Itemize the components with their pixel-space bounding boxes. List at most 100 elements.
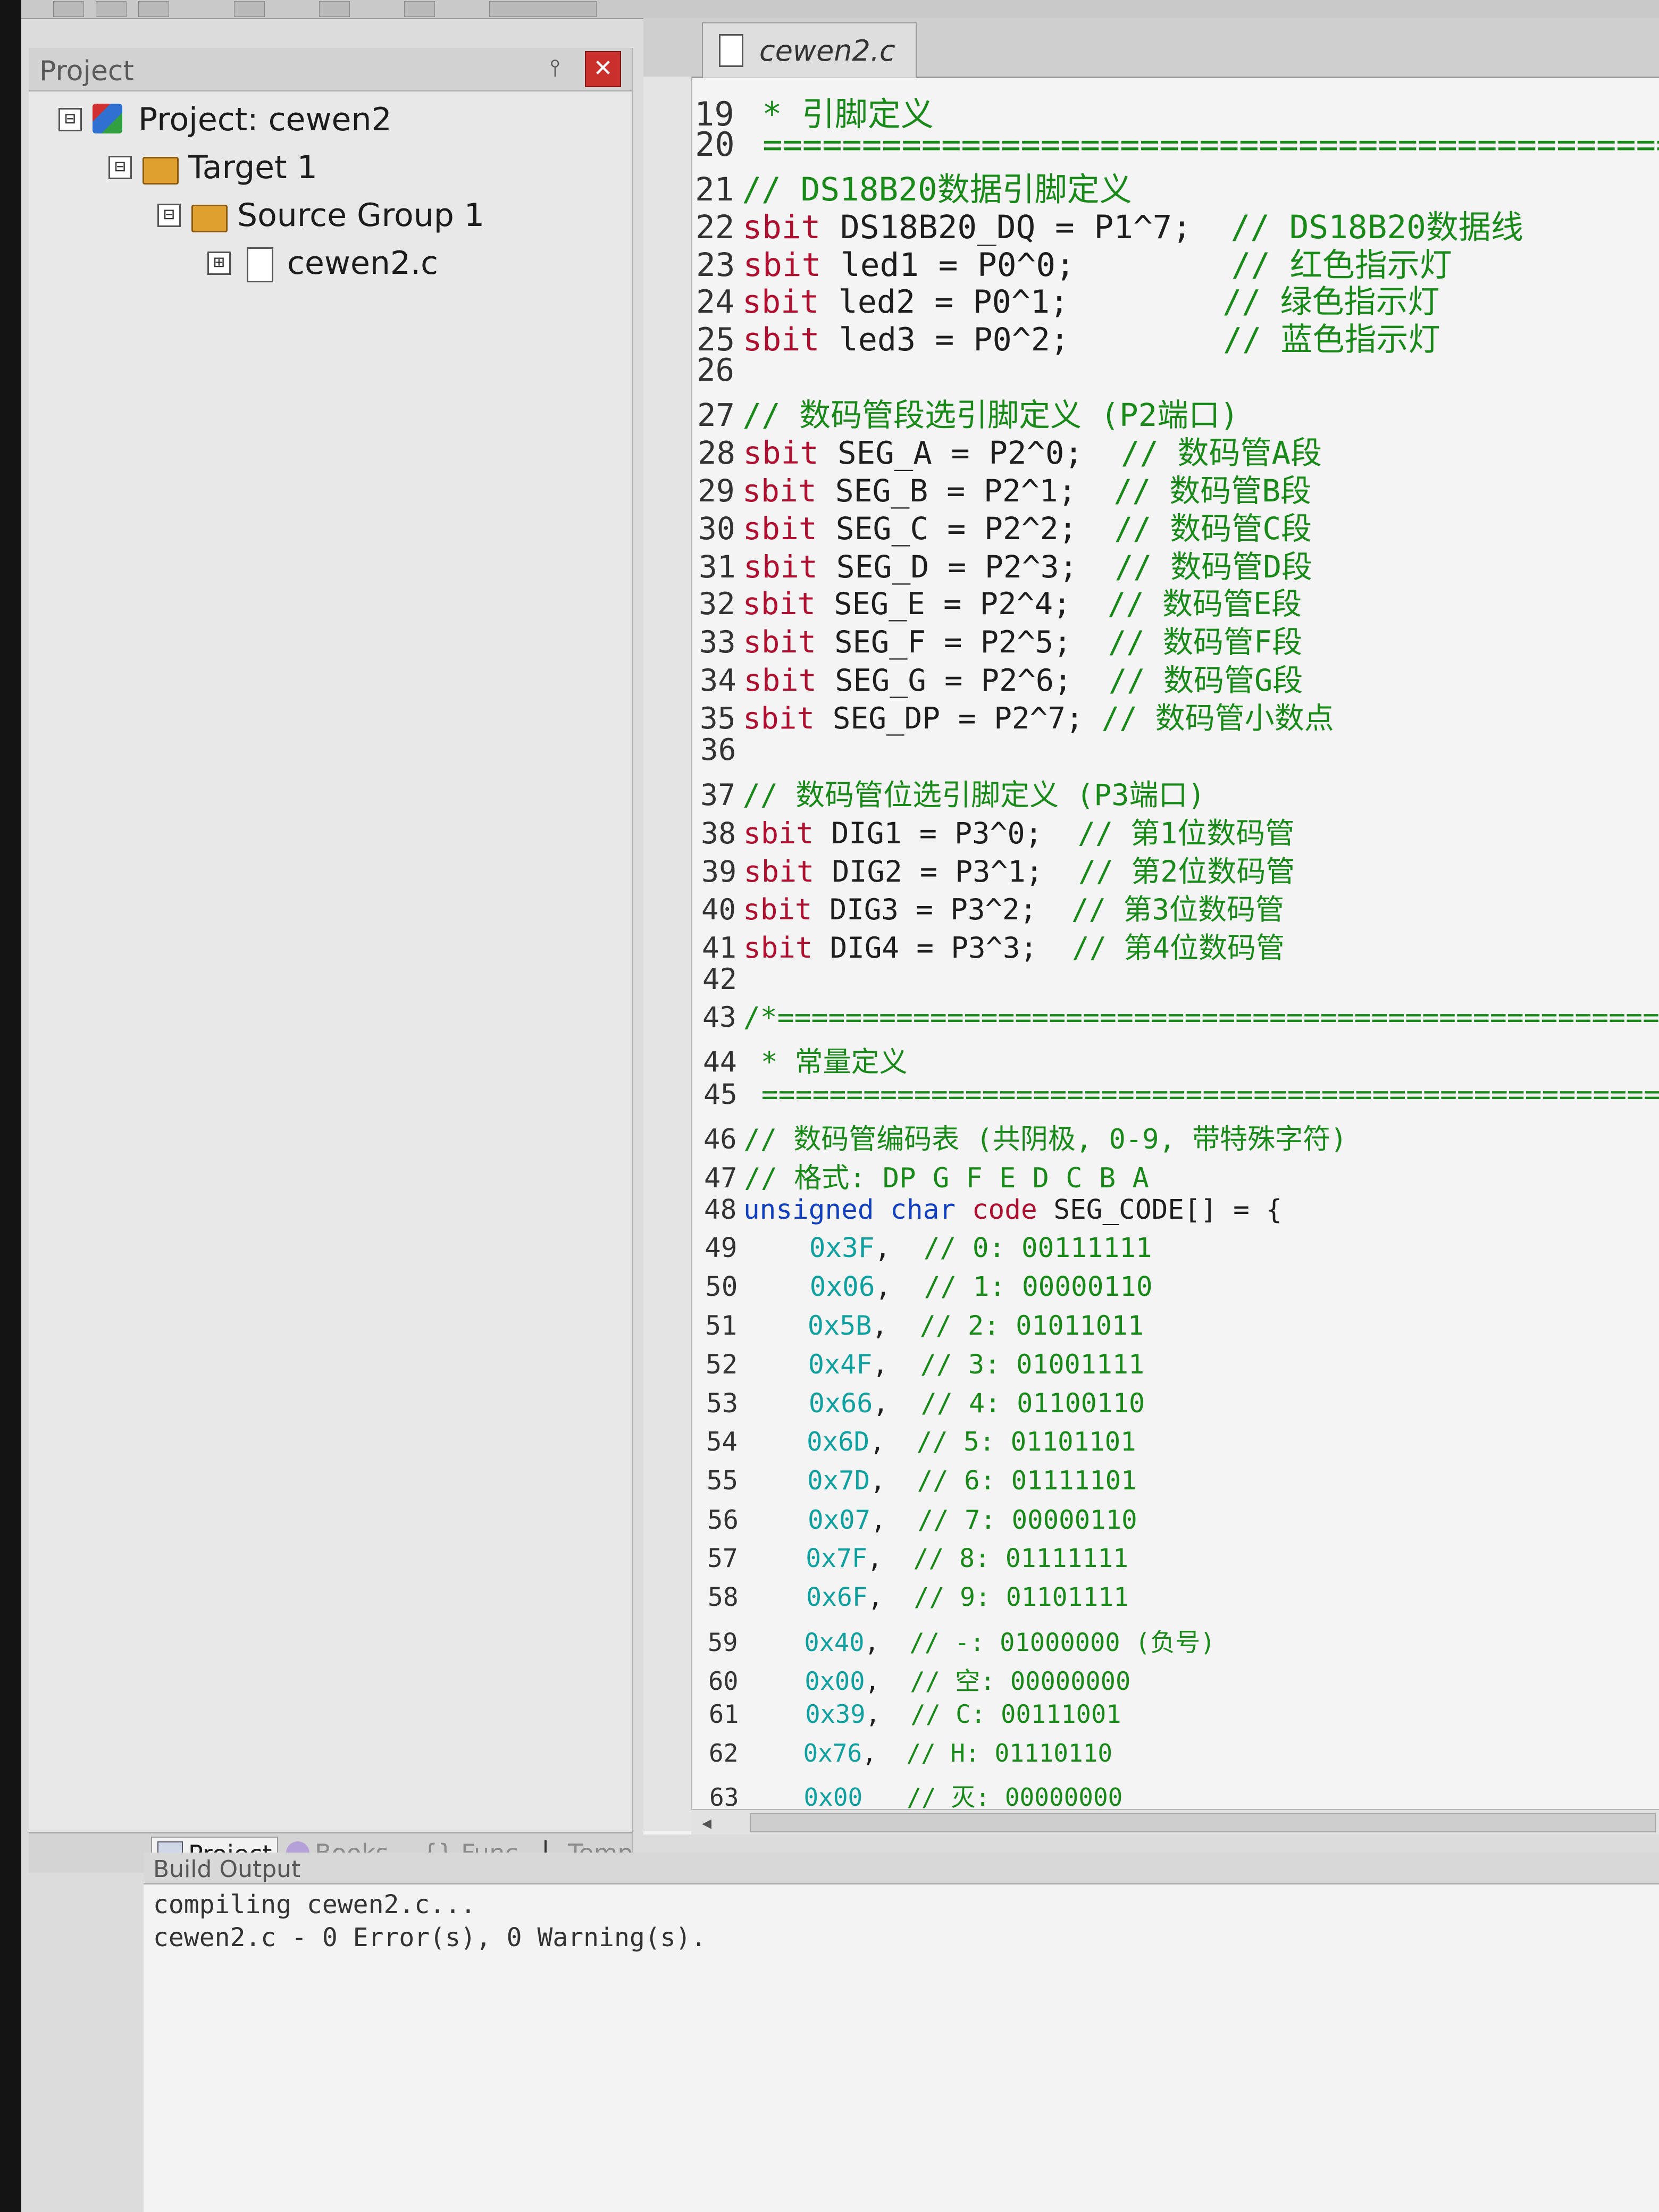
horizontal-scrollbar[interactable]: ◂ [691, 1809, 1659, 1834]
c-file-icon [241, 247, 279, 282]
line-number: 56 [707, 1505, 739, 1535]
line-number: 39 [701, 854, 737, 889]
ide-screen: Project ⫯ ✕ ⊟ Project: cewen2 ⊟ Target 1 ⊟ So… [21, 0, 1659, 2212]
toolbar-button[interactable] [138, 1, 169, 17]
line-number: 45 [703, 1078, 738, 1111]
build-output-pane: Build Output compiling cewen2.c... cewen… [144, 1853, 1659, 2212]
code-line: 60 0x00, // 空: 00000000 [691, 1661, 1659, 1697]
line-number: 36 [700, 733, 736, 767]
code-token: , [873, 1388, 921, 1419]
comment-token: // 3: 01001111 [920, 1349, 1145, 1380]
code-token: SEG_F = P2^5; [816, 625, 1108, 660]
scroll-left-icon[interactable]: ◂ [702, 1812, 711, 1834]
target-folder-icon-shape [143, 157, 179, 185]
code-line: 57 0x7F, // 8: 01111111 [691, 1544, 1659, 1573]
comment-token: // 第3位数码管 [1071, 893, 1285, 926]
comment-token: // H: 01110110 [906, 1739, 1113, 1767]
code-line: 49 0x3F, // 0: 00111111 [691, 1233, 1659, 1264]
line-number: 54 [706, 1427, 738, 1457]
keyword-token: sbit [742, 586, 816, 622]
expander-icon[interactable]: ⊟ [58, 108, 82, 131]
comment-token: // 数码管编码表 (共阴极, 0-9, 带特殊字符) [743, 1124, 1347, 1155]
number-token: 0x7D [807, 1465, 870, 1496]
tree-node-label: Project: cewen2 [138, 101, 392, 138]
tree-node[interactable]: ⊞ cewen2.c [207, 239, 438, 287]
code-line: 41 sbit DIG4 = P3^3; // 第4位数码管 [691, 924, 1659, 966]
comment-token: /*======================================… [743, 1001, 1659, 1034]
toolbar-button[interactable] [404, 1, 435, 17]
toolbar-button[interactable] [319, 1, 350, 17]
code-token: SEG_C = P2^2; [817, 510, 1115, 547]
code-line: 55 0x7D, // 6: 01111101 [691, 1465, 1659, 1496]
expander-icon[interactable]: ⊞ [207, 252, 231, 275]
scrollbar-thumb[interactable] [750, 1813, 1656, 1832]
code-line: 47// 格式: DP G F E D C B A [691, 1155, 1659, 1195]
line-number: 58 [708, 1582, 739, 1612]
comment-token: ========================================… [761, 1078, 1659, 1111]
number-token: 0x40 [804, 1628, 865, 1657]
comment-token: // 4: 01100110 [920, 1388, 1145, 1419]
comment-token: // -: 01000000 (负号) [909, 1628, 1216, 1657]
editor-tab-cewen2[interactable]: cewen2.c [702, 22, 917, 78]
tree-node[interactable]: ⊟ Source Group 1 [157, 191, 484, 239]
comment-token: // 数码管F段 [1108, 625, 1303, 660]
comment-token: // 1: 00000110 [924, 1271, 1153, 1303]
folder-icon [191, 199, 229, 232]
number-token: 0x5B [807, 1310, 872, 1341]
comment-token: // 7: 00000110 [917, 1505, 1137, 1535]
tree-node[interactable]: ⊟ Target 1 [108, 144, 317, 191]
code-token: , [872, 1310, 920, 1341]
tree-node-label: cewen2.c [287, 245, 439, 282]
expander-icon[interactable]: ⊟ [108, 156, 132, 179]
toolbar-button[interactable] [234, 1, 265, 17]
code-line: 42 [691, 962, 1659, 996]
code-line: 59 0x40, // -: 01000000 (负号) [691, 1622, 1659, 1658]
comment-token: * 常量定义 [743, 1046, 908, 1078]
code-line: 53 0x66, // 4: 01100110 [691, 1388, 1659, 1419]
pin-icon[interactable]: ⫯ [542, 53, 568, 83]
keyword-token: sbit [743, 816, 814, 850]
line-number: 60 [708, 1667, 739, 1696]
close-pane-button[interactable]: ✕ [585, 51, 621, 87]
line-number: 32 [699, 586, 735, 622]
toolbar-button[interactable] [96, 1, 127, 17]
code-token: SEG_G = P2^6; [816, 663, 1109, 698]
comment-token: // 6: 01111101 [917, 1465, 1137, 1496]
number-token: 0x39 [805, 1700, 866, 1729]
line-number: 62 [709, 1739, 739, 1767]
code-area[interactable]: 19 * 引脚定义 20 ============================… [691, 87, 1659, 1812]
line-number: 63 [709, 1783, 739, 1812]
code-line: 39 sbit DIG2 = P3^1; // 第2位数码管 [691, 848, 1659, 890]
code-token: , [875, 1271, 924, 1303]
number-token: 0x4F [808, 1349, 873, 1380]
toolbar-button[interactable] [53, 1, 84, 17]
toolbar-target-select[interactable] [489, 1, 597, 17]
keyword-token: sbit [743, 893, 812, 926]
code-line: 20 =====================================… [691, 125, 1659, 164]
comment-token: // 0: 00111111 [923, 1233, 1152, 1264]
line-number: 30 [698, 510, 735, 547]
keyword-token: sbit [743, 663, 817, 698]
code-token: , [867, 1544, 914, 1573]
line-number: 57 [707, 1544, 738, 1573]
line-number: 52 [706, 1349, 738, 1380]
number-token: 0x76 [803, 1739, 862, 1767]
comment-token: // 格式: DP G F E D C B A [744, 1162, 1149, 1194]
project-pane-header: Project ⫯ ✕ [29, 48, 632, 91]
type-token: unsigned char [743, 1194, 956, 1226]
line-number: 59 [708, 1628, 738, 1657]
expander-icon[interactable]: ⊟ [157, 204, 181, 227]
line-number: 50 [705, 1271, 738, 1303]
line-number: 35 [700, 701, 736, 736]
code-line: 26 [691, 351, 1659, 388]
code-line: 50 0x06, // 1: 00000110 [691, 1271, 1659, 1303]
tree-node[interactable]: ⊟ Project: cewen2 [58, 96, 392, 144]
code-line: 56 0x07, // 7: 00000110 [691, 1505, 1659, 1535]
line-number: 43 [702, 1001, 736, 1034]
